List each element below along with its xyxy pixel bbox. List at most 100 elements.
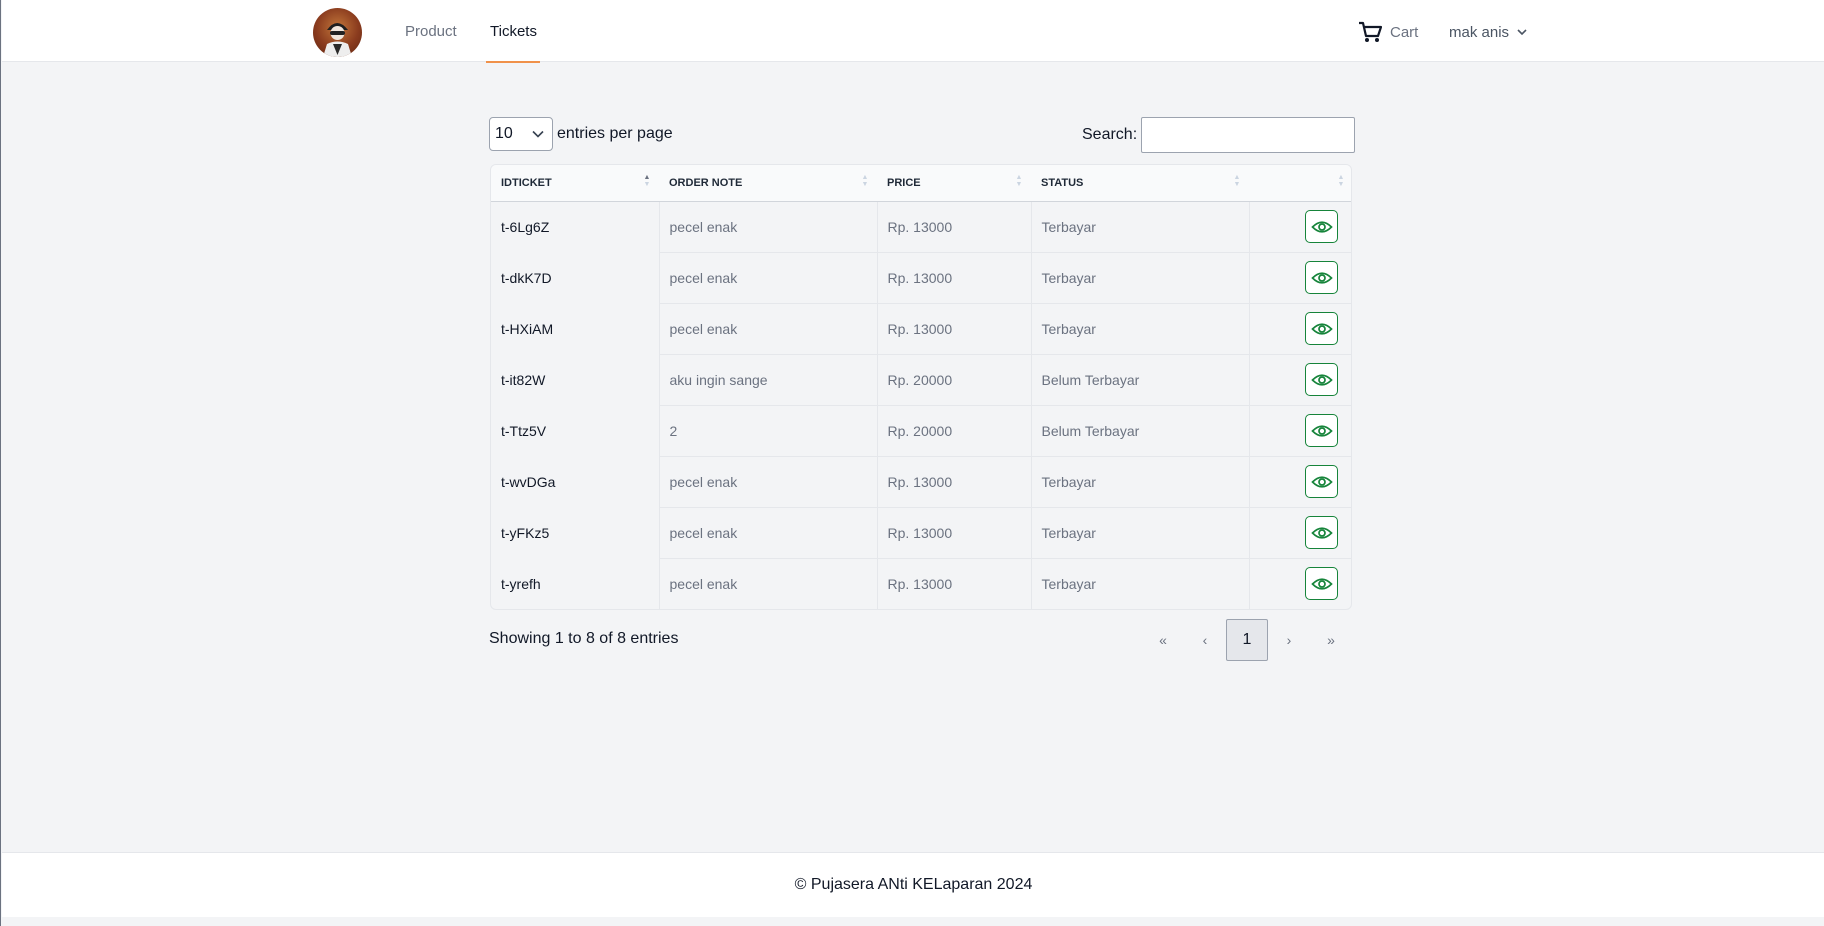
pagination-page-button[interactable]: 1 [1226, 619, 1268, 661]
chevron-down-icon [532, 130, 544, 138]
sort-icon: ▲ ▼ [1337, 174, 1345, 188]
table-row: t-yFKz5 pecel enak Rp. 13000 Terbayar [491, 506, 1351, 558]
cart-label: Cart [1390, 23, 1419, 41]
cell-status: Terbayar [1030, 302, 1249, 354]
view-ticket-button[interactable] [1305, 312, 1338, 345]
eye-icon [1310, 373, 1333, 386]
cell-order-note: pecel enak [658, 506, 877, 558]
eye-icon [1310, 578, 1333, 590]
cell-status: Terbayar [1030, 557, 1249, 609]
cell-order-note: pecel enak [658, 455, 877, 507]
cell-order-note: pecel enak [658, 557, 877, 609]
cell-idticket: t-wvDGa [501, 473, 556, 490]
eye-icon [1310, 322, 1333, 335]
view-ticket-button[interactable] [1305, 210, 1338, 243]
search-label: Search: [1082, 126, 1138, 143]
table-row: t-it82W aku ingin sange Rp. 20000 Belum … [491, 353, 1351, 405]
cell-price: Rp. 13000 [876, 201, 1031, 252]
top-navbar: Product Tickets Cart mak anis [2, 0, 1824, 63]
cell-status: Terbayar [1030, 251, 1249, 303]
table-row: t-yrefh pecel enak Rp. 13000 Terbayar [491, 557, 1351, 609]
table-row: t-6Lg6Z pecel enak Rp. 13000 Terbayar [491, 201, 1351, 252]
search-input[interactable] [1141, 117, 1356, 153]
view-ticket-button[interactable] [1305, 567, 1338, 601]
cell-price: Rp. 13000 [876, 455, 1031, 507]
cell-idticket: t-6Lg6Z [501, 218, 550, 235]
cell-order-note: pecel enak [658, 251, 877, 303]
tickets-table: IDTICKET ▲ ▼ ORDER NOTE ▲ ▼ PRICE ▲ ▼ STATU… [490, 164, 1352, 610]
search-control: Search: [1082, 117, 1356, 153]
view-ticket-button[interactable] [1305, 465, 1338, 498]
nav-product-link[interactable]: Product [405, 0, 457, 63]
column-header-price[interactable]: PRICE ▲ ▼ [877, 165, 1031, 202]
eye-icon [1310, 220, 1333, 233]
cell-action [1248, 353, 1351, 405]
cell-action [1248, 302, 1351, 354]
cell-action [1248, 404, 1351, 456]
footer: © Pujasera ANti KELaparan 2024 [2, 852, 1824, 917]
mascot-icon [323, 23, 352, 57]
sort-icon: ▲ ▼ [1015, 174, 1023, 188]
cell-order-note: aku ingin sange [658, 353, 877, 405]
table-info-text: Showing 1 to 8 of 8 entries [489, 630, 679, 647]
cell-action [1248, 455, 1351, 507]
cell-idticket: t-Ttz5V [501, 422, 547, 439]
cell-order-note: pecel enak [658, 302, 877, 354]
chevron-down-icon [1517, 29, 1527, 36]
view-ticket-button[interactable] [1305, 363, 1338, 396]
cell-order-note: pecel enak [658, 201, 877, 252]
pagination-prev-button[interactable]: ‹ [1184, 619, 1226, 661]
pagination-last-button[interactable]: » [1310, 619, 1352, 661]
user-menu-dropdown[interactable]: mak anis [1449, 20, 1527, 44]
cell-status: Terbayar [1030, 455, 1249, 507]
cell-status: Belum Terbayar [1030, 353, 1249, 405]
cell-price: Rp. 13000 [876, 251, 1031, 303]
table-header-row: IDTICKET ▲ ▼ ORDER NOTE ▲ ▼ PRICE ▲ ▼ STATU… [491, 165, 1351, 202]
cell-action [1248, 251, 1351, 303]
table-row: t-dkK7D pecel enak Rp. 13000 Terbayar [491, 251, 1351, 303]
cell-status: Belum Terbayar [1030, 404, 1249, 456]
pagination-next-button[interactable]: › [1268, 619, 1310, 661]
view-ticket-button[interactable] [1305, 516, 1338, 549]
view-ticket-button[interactable] [1305, 414, 1338, 447]
column-header-action[interactable]: ▲ ▼ [1249, 165, 1351, 202]
cell-status: Terbayar [1030, 201, 1249, 252]
entries-per-page-label: entries per page [557, 125, 673, 142]
sort-icon: ▲ ▼ [643, 174, 651, 188]
cell-price: Rp. 13000 [876, 302, 1031, 354]
user-name: mak anis [1449, 23, 1510, 41]
cell-action [1248, 506, 1351, 558]
eye-icon [1310, 526, 1333, 539]
cell-price: Rp. 20000 [876, 404, 1031, 456]
nav-tickets-link[interactable]: Tickets [486, 0, 540, 63]
cart-link[interactable]: Cart [1358, 20, 1418, 44]
cell-idticket: t-yFKz5 [501, 524, 550, 541]
column-header-idticket[interactable]: IDTICKET ▲ ▼ [491, 165, 659, 202]
entries-per-page-select[interactable]: 10 [489, 117, 553, 151]
entries-select-value: 10 [495, 125, 513, 142]
cell-idticket: t-it82W [501, 371, 546, 388]
view-ticket-button[interactable] [1305, 261, 1338, 294]
pagination: « ‹ 1 › » [1142, 619, 1352, 661]
cart-icon [1359, 21, 1382, 42]
cell-price: Rp. 13000 [876, 557, 1031, 609]
cell-status: Terbayar [1030, 506, 1249, 558]
column-header-status[interactable]: STATUS ▲ ▼ [1031, 165, 1249, 202]
pagination-first-button[interactable]: « [1142, 619, 1184, 661]
brand-logo[interactable] [313, 8, 362, 57]
entries-per-page-control: 10 entries per page [489, 117, 673, 151]
table-row: t-wvDGa pecel enak Rp. 13000 Terbayar [491, 455, 1351, 507]
table-row: t-Ttz5V 2 Rp. 20000 Belum Terbayar [491, 404, 1351, 456]
cell-idticket: t-HXiAM [501, 320, 554, 337]
sort-icon: ▲ ▼ [1233, 174, 1241, 188]
cell-idticket: t-yrefh [501, 575, 541, 592]
eye-icon [1310, 271, 1333, 284]
sort-icon: ▲ ▼ [861, 174, 869, 188]
column-header-order-note[interactable]: ORDER NOTE ▲ ▼ [659, 165, 877, 202]
cell-price: Rp. 13000 [876, 506, 1031, 558]
cell-order-note: 2 [658, 404, 877, 456]
cell-price: Rp. 20000 [876, 353, 1031, 405]
cell-action [1248, 557, 1351, 609]
cell-idticket: t-dkK7D [501, 269, 552, 286]
eye-icon [1310, 424, 1333, 437]
